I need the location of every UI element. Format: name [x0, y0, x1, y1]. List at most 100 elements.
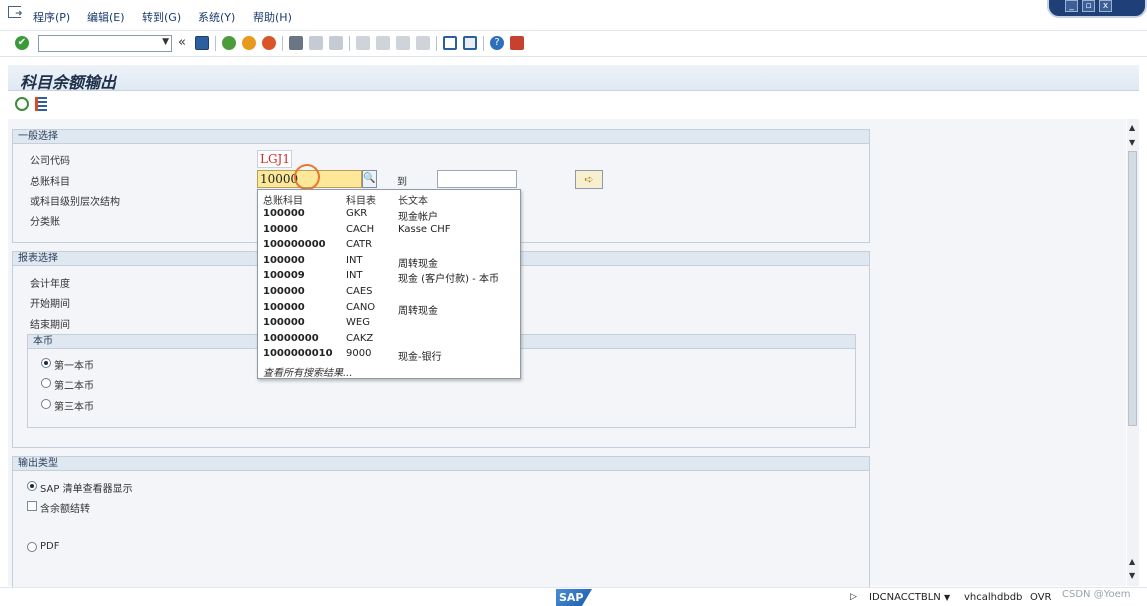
dropdown-footer-label: 查看所有搜索结果...: [263, 368, 353, 379]
page-title: 科目余额输出: [20, 73, 117, 92]
new-session-icon[interactable]: [443, 36, 457, 50]
enter-check-icon[interactable]: ✔: [15, 36, 29, 50]
search-help-icon[interactable]: 🔍: [362, 170, 377, 188]
dropdown-row[interactable]: 10000000 CAKZ: [258, 332, 520, 348]
dropdown-chart-cell: CAKZ: [346, 332, 374, 344]
carry-forward-checkbox[interactable]: [27, 501, 37, 511]
dropdown-header-text: 长文本: [398, 196, 428, 207]
status-mode: OVR: [1030, 592, 1052, 603]
dropdown-row[interactable]: 1000000010 9000 现金-银行: [258, 347, 520, 363]
dropdown-row[interactable]: 100000 CAES: [258, 285, 520, 301]
dropdown-row[interactable]: 10000 CACH Kasse CHF: [258, 223, 520, 239]
window-controls: _ ▫ x: [1047, 0, 1147, 18]
cancel-icon[interactable]: [262, 36, 276, 50]
fiscal-year-label: 会计年度: [30, 279, 70, 290]
dropdown-account-cell: 100000: [263, 317, 305, 329]
first-currency-label: 第一本币: [54, 361, 94, 372]
output-type-group: 输出类型: [12, 456, 870, 591]
application-toolbar: [8, 93, 1139, 117]
third-currency-radio[interactable]: [41, 399, 51, 409]
to-label: 到: [397, 177, 407, 188]
dropdown-account-cell: 1000000010: [263, 348, 333, 360]
dropdown-header-account: 总账科目: [263, 196, 303, 207]
scroll-thumb[interactable]: [1128, 151, 1137, 426]
dropdown-account-cell: 100000: [263, 286, 305, 297]
chevron-down-icon[interactable]: ▼: [162, 37, 169, 47]
dropdown-chart-cell: CANO: [346, 301, 376, 313]
customize-layout-icon[interactable]: [510, 36, 524, 50]
restore-icon[interactable]: ▫: [1082, 0, 1095, 12]
dropdown-account-cell: 100000: [263, 208, 305, 219]
selection-options-icon[interactable]: [35, 97, 47, 111]
dropdown-show-all-link[interactable]: 查看所有搜索结果...: [258, 363, 520, 379]
toolbar-separator: [483, 36, 484, 51]
second-currency-radio[interactable]: [41, 378, 51, 388]
first-currency-radio[interactable]: [41, 358, 51, 368]
first-page-icon[interactable]: [356, 36, 370, 50]
menu-goto[interactable]: 转到(G): [142, 9, 181, 25]
dropdown-text-cell: Kasse CHF: [398, 223, 451, 235]
scroll-down-arrow-icon[interactable]: ▼: [1129, 138, 1135, 147]
find-next-icon[interactable]: [329, 36, 343, 50]
dropdown-chart-cell: INT: [346, 254, 363, 266]
menu-program[interactable]: 程序(P): [33, 9, 70, 25]
company-code-label: 公司代码: [30, 156, 70, 167]
scroll-down-arrow-icon[interactable]: ▼: [1129, 571, 1135, 580]
status-server: vhcalhdbdb: [964, 592, 1023, 603]
dropdown-row[interactable]: 100000 CANO 周转现金: [258, 301, 520, 317]
status-arrow-icon[interactable]: ▷: [850, 592, 857, 602]
save-icon[interactable]: [195, 36, 209, 50]
title-bar: 科目余额输出: [8, 65, 1139, 92]
help-icon[interactable]: ?: [490, 36, 504, 50]
toolbar-separator: [349, 36, 350, 51]
standard-toolbar: [0, 31, 1147, 57]
command-field[interactable]: ▼: [38, 35, 172, 52]
scroll-up-arrow-icon[interactable]: ▲: [1129, 557, 1135, 566]
pdf-radio[interactable]: [27, 542, 37, 552]
menu-bar: ➜ 程序(P) 编辑(E) 转到(G) 系统(Y) 帮助(H): [0, 0, 1147, 31]
dropdown-account-cell: 10000000: [263, 332, 319, 344]
menu-arrow-icon: ➜: [15, 9, 23, 19]
menu-system[interactable]: 系统(Y): [198, 9, 235, 25]
dropdown-row[interactable]: 100009 INT 现金 (客户付款) - 本币: [258, 269, 520, 285]
minimize-icon[interactable]: _: [1065, 0, 1078, 12]
company-code-value: LGJ1: [260, 152, 290, 166]
chevron-down-icon[interactable]: ▼: [944, 593, 950, 602]
dropdown-text-cell: 现金-银行: [398, 352, 442, 364]
sap-list-viewer-radio[interactable]: [27, 481, 37, 491]
dropdown-row[interactable]: 100000000 CATR: [258, 238, 520, 254]
find-icon[interactable]: [309, 36, 323, 50]
collapse-arrows[interactable]: «: [178, 35, 186, 50]
multiple-selection-icon[interactable]: ➪: [575, 170, 603, 189]
next-page-icon[interactable]: [396, 36, 410, 50]
dropdown-account-cell: 100009: [263, 270, 305, 282]
dropdown-chart-cell: WEG: [346, 317, 370, 329]
last-page-icon[interactable]: [416, 36, 430, 50]
dropdown-text-cell: 周转现金: [398, 258, 438, 270]
dropdown-text-cell: 现金帐户: [398, 212, 438, 223]
status-system: IDCNACCTBLN: [869, 592, 941, 603]
start-period-label: 开始期间: [30, 299, 70, 310]
menu-edit[interactable]: 编辑(E): [87, 9, 125, 25]
back-icon[interactable]: [222, 36, 236, 50]
sap-logo: SAP: [556, 589, 592, 606]
menu-help[interactable]: 帮助(H): [253, 9, 292, 25]
dropdown-account-cell: 100000: [263, 254, 305, 266]
exit-icon[interactable]: [242, 36, 256, 50]
company-code-field[interactable]: LGJ1: [257, 150, 292, 168]
search-help-dropdown: 总账科目 科目表 长文本 100000 GKR 现金帐户 10000 CACH Kasse…: [257, 189, 521, 379]
dropdown-row[interactable]: 100000 GKR 现金帐户: [258, 207, 520, 223]
vertical-scrollbar[interactable]: ▲ ▼ ▲ ▼: [1127, 119, 1139, 586]
dropdown-row[interactable]: 100000 INT 周转现金: [258, 254, 520, 270]
dropdown-row[interactable]: 100000 WEG: [258, 316, 520, 332]
third-currency-label: 第三本币: [54, 402, 94, 413]
shortcut-icon[interactable]: [463, 36, 477, 50]
scroll-up-arrow-icon[interactable]: ▲: [1129, 123, 1135, 132]
previous-page-icon[interactable]: [376, 36, 390, 50]
execute-icon[interactable]: [15, 97, 29, 111]
dropdown-account-cell: 100000000: [263, 239, 326, 251]
dropdown-chart-cell: GKR: [346, 208, 368, 219]
print-icon[interactable]: [289, 36, 303, 50]
close-icon[interactable]: x: [1099, 0, 1112, 12]
gl-account-to-field[interactable]: [437, 170, 517, 188]
